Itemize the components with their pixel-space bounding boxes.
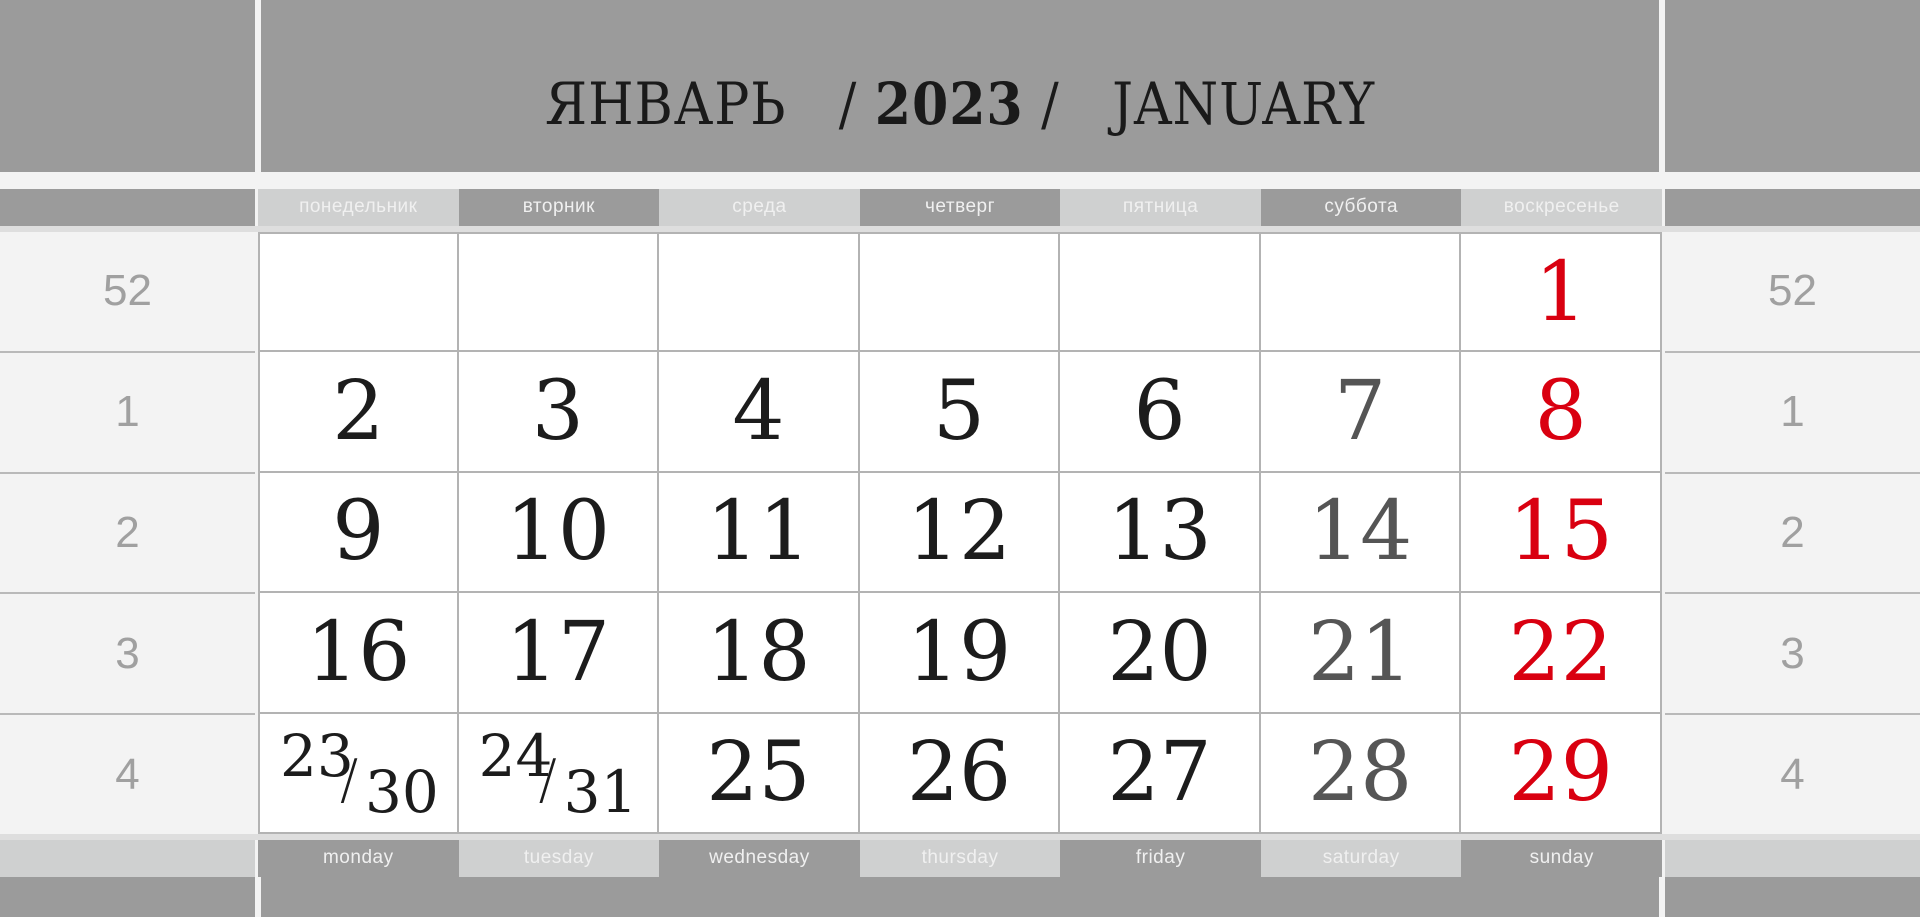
day-cell: 3 [458, 352, 660, 473]
weekday-en-tuesday: tuesday [458, 840, 660, 877]
day-cell: 28 [1260, 713, 1462, 834]
day-cell: 14 [1260, 472, 1462, 594]
weekday-ru-saturday: суббота [1260, 189, 1462, 226]
weekday-en-saturday: saturday [1260, 840, 1462, 877]
header-title-band: ЯНВАРЬ / 2023 / JANUARY [258, 0, 1662, 172]
day-cell: 15 [1461, 472, 1662, 594]
empty-day-cell [659, 232, 860, 353]
weekday-header-ru: понедельник вторник среда четверг пятниц… [258, 189, 1663, 226]
week-number: 2 [0, 474, 255, 595]
day-cell: 21 [1260, 593, 1462, 714]
weekday-en-sunday: sunday [1461, 840, 1663, 877]
day-cell: 12 [859, 472, 1061, 594]
day-cell: 18 [659, 593, 860, 714]
weekday-en-wednesday: wednesday [659, 840, 860, 877]
day-cell: 19 [859, 593, 1061, 714]
empty-day-cell [1260, 232, 1462, 353]
weekday-ru-wednesday: среда [659, 189, 860, 226]
week-numbers-left: 52 1 2 3 4 [0, 232, 255, 834]
header-left-band [0, 0, 255, 172]
header-right-band [1665, 0, 1920, 172]
day-cell: 9 [258, 472, 459, 594]
title-separator: / [838, 70, 858, 138]
day-cell: 1 [1461, 232, 1662, 353]
title-separator: / [1041, 70, 1060, 138]
week-number: 52 [0, 232, 255, 353]
day-grid: 1 2 3 4 5 6 7 8 9 10 11 12 13 14 15 16 17 18 19 20 21 22 23/30… [258, 232, 1662, 834]
month-title: ЯНВАРЬ / 2023 / JANUARY [331, 70, 1589, 138]
weekday-en-thursday: thursday [859, 840, 1061, 877]
week-number: 1 [0, 353, 255, 474]
bottom-left-band [0, 877, 255, 917]
weekday-en-friday: friday [1060, 840, 1261, 877]
weekday-footer-en: monday tuesday wednesday thursday friday… [258, 840, 1663, 877]
day-cell: 8 [1461, 352, 1662, 473]
day-number: 30 [365, 757, 439, 826]
month-title-ru: ЯНВАРЬ [545, 70, 787, 138]
week-number: 3 [0, 594, 255, 716]
week-number: 2 [1665, 474, 1920, 595]
bottom-left-filler [0, 840, 255, 877]
day-cell: 13 [1060, 472, 1261, 594]
day-number: 31 [563, 757, 638, 826]
day-cell: 17 [458, 593, 660, 714]
header-gap [0, 172, 1920, 189]
week-number: 1 [1665, 353, 1920, 474]
bottom-right-band [1665, 877, 1920, 917]
weekday-en-monday: monday [258, 840, 459, 877]
weekday-ru-thursday: четверг [859, 189, 1061, 226]
day-cell: 4 [659, 352, 860, 473]
day-cell: 26 [859, 713, 1061, 834]
weekday-ru-tuesday: вторник [458, 189, 660, 226]
weekday-bar-left-filler [0, 189, 255, 226]
day-cell: 5 [859, 352, 1061, 473]
empty-day-cell [458, 232, 660, 353]
weekday-ru-friday: пятница [1060, 189, 1261, 226]
day-cell: 25 [659, 713, 860, 834]
empty-day-cell [258, 232, 459, 353]
week-number: 4 [1780, 749, 1805, 799]
day-cell: 6 [1060, 352, 1261, 473]
day-cell: 29 [1461, 713, 1662, 834]
bottom-right-filler [1665, 840, 1920, 877]
split-day: 23/30 [260, 714, 457, 832]
day-cell: 20 [1060, 593, 1261, 714]
day-cell: 24/31 [458, 713, 660, 834]
weekday-ru-monday: понедельник [258, 189, 459, 226]
day-cell: 11 [659, 472, 860, 594]
week-number: 3 [1665, 594, 1920, 716]
empty-day-cell [859, 232, 1061, 353]
weekday-bar-right-filler [1665, 189, 1920, 226]
day-cell: 10 [458, 472, 660, 594]
month-title-en: JANUARY [1112, 70, 1375, 138]
empty-day-cell [1060, 232, 1261, 353]
year-label: 2023 [874, 70, 1024, 138]
day-cell: 23/30 [258, 713, 459, 834]
week-number: 4 [115, 749, 140, 799]
day-separator: / [538, 747, 557, 811]
day-cell: 22 [1461, 593, 1662, 714]
week-numbers-right: 52 1 2 3 4 [1665, 232, 1920, 834]
weekday-ru-sunday: воскресенье [1461, 189, 1663, 226]
bottom-center-band [258, 877, 1662, 917]
day-cell: 2 [258, 352, 459, 473]
day-cell: 27 [1060, 713, 1261, 834]
week-number: 52 [1665, 232, 1920, 353]
split-day: 24/31 [459, 714, 658, 832]
day-separator: / [340, 747, 359, 811]
day-cell: 16 [258, 593, 459, 714]
day-cell: 7 [1260, 352, 1462, 473]
